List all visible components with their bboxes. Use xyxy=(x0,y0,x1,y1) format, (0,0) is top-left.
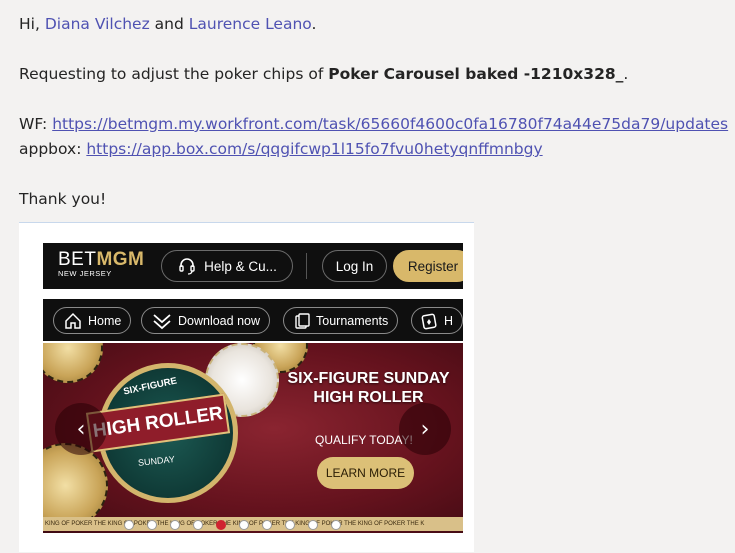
poker-chip xyxy=(43,343,103,383)
nav-download: Download now xyxy=(141,307,270,334)
request-line: Requesting to adjust the poker chips of … xyxy=(19,62,729,87)
nav-home: Home xyxy=(53,307,132,334)
betmgm-logo: BETMGM NEW JERSEY xyxy=(58,249,145,278)
nav-tournaments: Tournaments xyxy=(283,307,399,334)
box-link[interactable]: https://app.box.com/s/qqgifcwp1l15fo7fvu… xyxy=(86,140,542,158)
greeting-prefix: Hi, xyxy=(19,15,45,33)
carousel-dot xyxy=(170,520,180,530)
carousel-dot xyxy=(239,520,249,530)
carousel-prev-icon: ‹ xyxy=(55,403,107,455)
greeting-line: Hi, Diana Vilchez and Laurence Leano. xyxy=(19,12,729,37)
header-divider xyxy=(306,253,307,279)
register-button: Register xyxy=(393,250,463,282)
appbox-line: appbox: https://app.box.com/s/qqgifcwp1l… xyxy=(19,137,729,162)
carousel-next-icon: › xyxy=(399,403,451,455)
help-contact-button: Help & Cu... xyxy=(161,250,293,282)
request-prefix: Requesting to adjust the poker chips of xyxy=(19,65,329,83)
workfront-link[interactable]: https://betmgm.my.workfront.com/task/656… xyxy=(52,115,728,133)
carousel-dot xyxy=(331,520,341,530)
headset-icon xyxy=(179,258,195,275)
banner-title: SIX-FIGURE SUNDAY HIGH ROLLER xyxy=(287,370,450,406)
request-asset-name: Poker Carousel baked -1210x328_ xyxy=(328,65,624,83)
embedded-screenshot[interactable]: BETMGM NEW JERSEY Help & Cu... Log In Re… xyxy=(19,222,474,552)
mention-diana[interactable]: Diana Vilchez xyxy=(45,15,150,33)
carousel-dot xyxy=(308,520,318,530)
mention-laurence[interactable]: Laurence Leano xyxy=(189,15,312,33)
carousel-dot xyxy=(124,520,134,530)
wf-label: WF: xyxy=(19,115,53,133)
request-suffix: . xyxy=(623,65,629,83)
carousel-dots xyxy=(124,520,341,530)
wf-line: WF: https://betmgm.my.workfront.com/task… xyxy=(19,112,729,137)
site-header: BETMGM NEW JERSEY Help & Cu... Log In Re… xyxy=(43,243,463,289)
carousel-dot xyxy=(262,520,272,530)
chat-message-body: Hi, Diana Vilchez and Laurence Leano. Re… xyxy=(19,12,729,212)
tournaments-icon xyxy=(295,312,310,329)
appbox-label: appbox: xyxy=(19,140,87,158)
carousel-dot xyxy=(147,520,157,530)
and-text: and xyxy=(149,15,189,33)
greeting-suffix: . xyxy=(311,15,317,33)
download-chevron-icon xyxy=(153,313,171,329)
site-nav: Home Download now Tournaments H xyxy=(43,299,463,341)
thanks-text: Thank you! xyxy=(19,190,107,208)
carousel-dot xyxy=(193,520,203,530)
login-button: Log In xyxy=(322,250,387,282)
carousel-dot xyxy=(216,520,226,530)
learn-more-button: LEARN MORE xyxy=(317,457,414,489)
banner-qualify-text: QUALIFY TODAY! xyxy=(315,433,413,447)
carousel-dot xyxy=(285,520,295,530)
promo-carousel-banner: SIX-FIGURE HIGH ROLLER SUNDAY SIX-FIGURE… xyxy=(43,343,463,533)
cards-icon xyxy=(421,313,437,329)
poker-chip xyxy=(43,443,108,528)
home-icon xyxy=(65,312,81,329)
nav-holdem: H xyxy=(411,307,463,334)
